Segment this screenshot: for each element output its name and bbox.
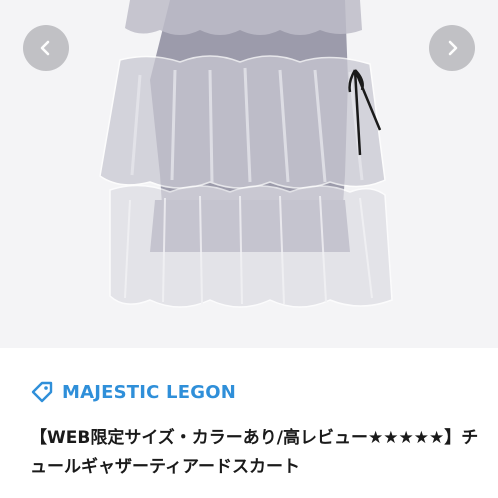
product-image-gallery[interactable]	[0, 0, 498, 348]
brand-name[interactable]: MAJESTIC LEGON	[62, 382, 236, 403]
next-image-button[interactable]	[429, 25, 475, 71]
tag-icon	[31, 381, 53, 403]
previous-image-button[interactable]	[23, 25, 69, 71]
brand-link[interactable]: MAJESTIC LEGON	[30, 380, 236, 404]
product-image	[99, 0, 393, 308]
chevron-left-icon	[40, 40, 50, 56]
chevron-right-icon	[448, 40, 458, 56]
product-title: 【WEB限定サイズ・カラーあり/高レビュー★★★★★】チュールギャザーティアード…	[30, 428, 479, 477]
